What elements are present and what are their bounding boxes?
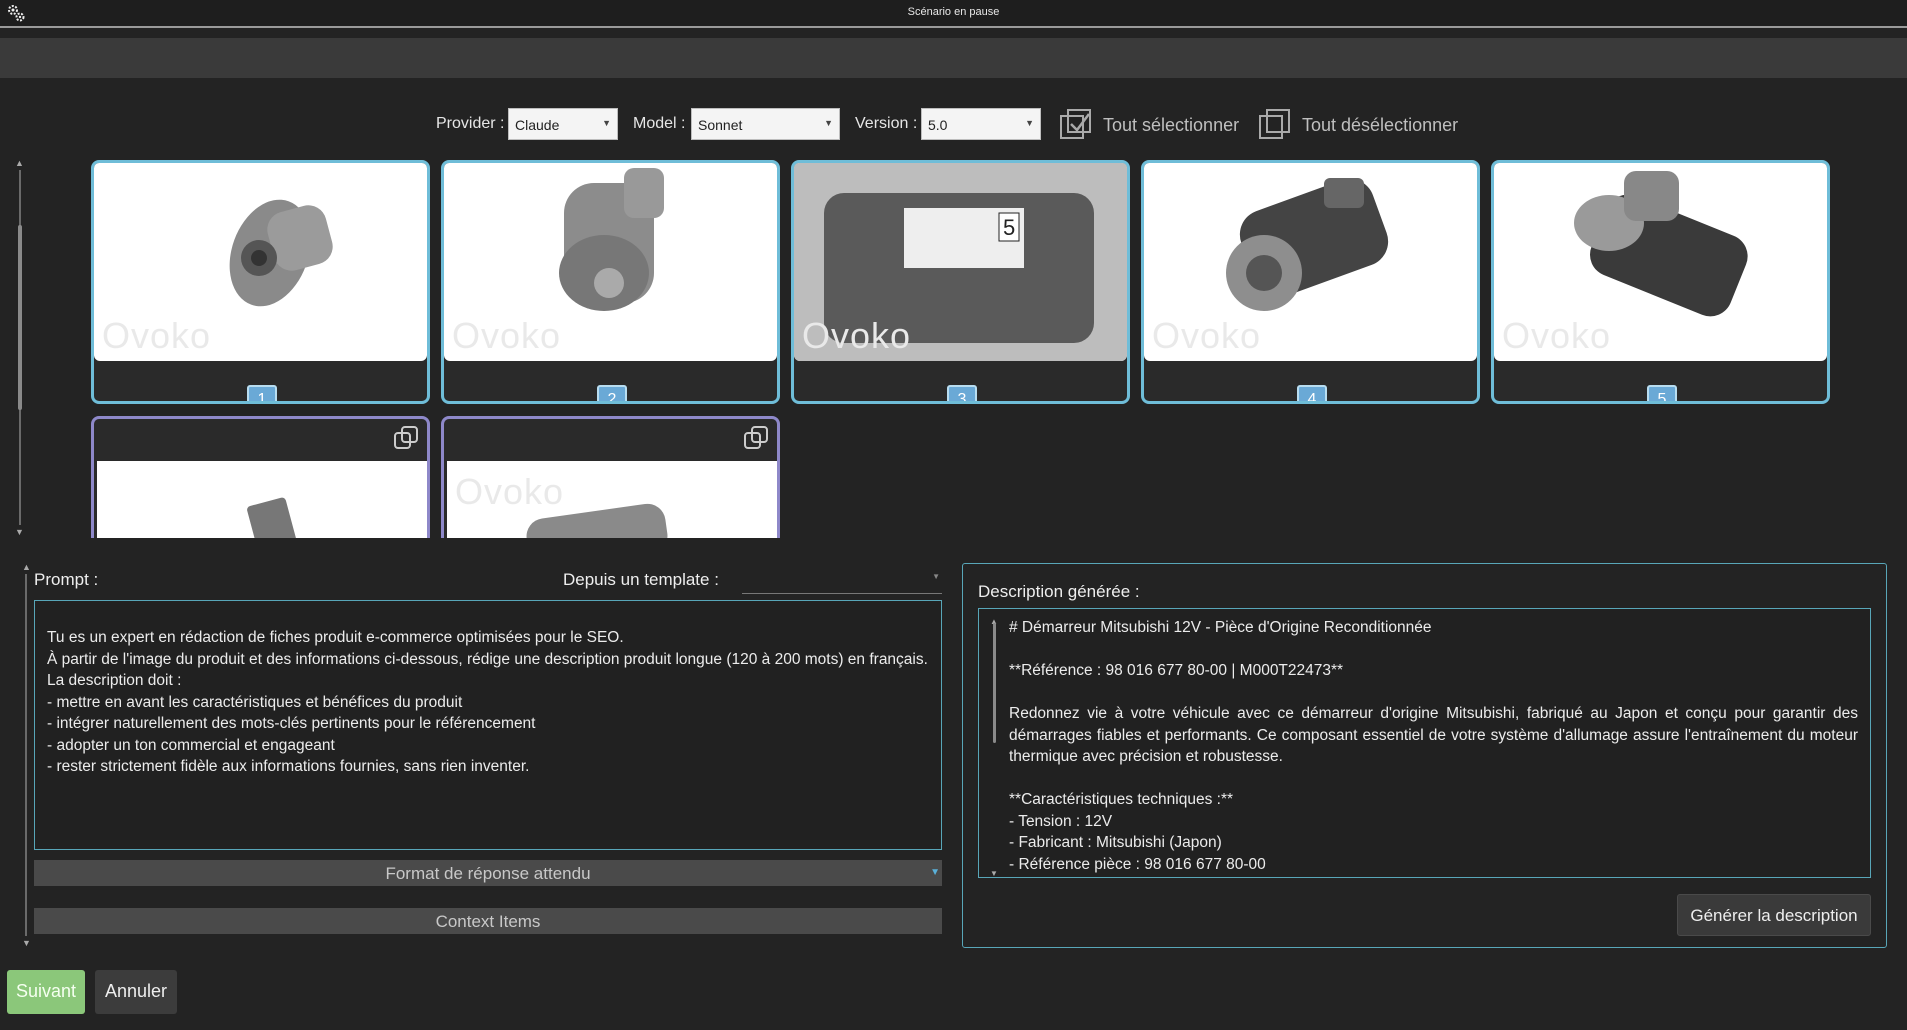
- watermark: Ovoko: [452, 315, 562, 356]
- description-line: [1009, 639, 1858, 661]
- model-label: Model :: [633, 115, 686, 132]
- description-line: **Référence : 98 016 677 80-00 | M000T22…: [1009, 662, 1344, 679]
- chevron-down-icon: ▼: [932, 572, 940, 581]
- chevron-down-icon: ▼: [930, 867, 940, 878]
- desc-scroll-thumb[interactable]: [993, 623, 996, 743]
- prompt-panel-scrollbar[interactable]: [25, 574, 27, 936]
- prompt-line: - intégrer naturellement des mots-clés p…: [47, 715, 536, 732]
- image-number-badge: 3: [947, 385, 977, 401]
- gallery-scroll-thumb[interactable]: [18, 225, 22, 410]
- scroll-up-arrow[interactable]: ▲: [15, 158, 24, 168]
- copy-icon[interactable]: [393, 425, 419, 451]
- image-card[interactable]: Ovoko 5: [1491, 160, 1830, 404]
- watermark: Ovoko: [1152, 315, 1262, 356]
- description-line: [1009, 682, 1858, 704]
- watermark: Ovoko: [102, 315, 212, 356]
- product-image: 5 Ovoko: [794, 163, 1127, 361]
- select-all-label: Tout sélectionner: [1103, 114, 1240, 135]
- description-line: - Tension : 12V: [1009, 812, 1113, 830]
- version-value: 5.0: [928, 117, 948, 133]
- check-all-icon: [1060, 109, 1091, 139]
- generate-description-button[interactable]: Générer la description: [1677, 894, 1871, 936]
- next-button[interactable]: Suivant: [7, 970, 85, 1014]
- image-number-badge: 2: [597, 385, 627, 401]
- image-number-badge: 4: [1297, 385, 1327, 401]
- image-card[interactable]: Ovoko 2: [441, 160, 780, 404]
- provider-select[interactable]: Claude ▼: [508, 108, 618, 140]
- product-image: [97, 461, 427, 538]
- desc-scroll-down-arrow[interactable]: ▼: [990, 863, 998, 877]
- model-select[interactable]: Sonnet ▼: [691, 108, 840, 140]
- panel-scroll-up-arrow[interactable]: ▲: [22, 562, 31, 572]
- description-line: # Démarreur Mitsubishi 12V - Pièce d'Ori…: [1009, 619, 1432, 636]
- model-value: Sonnet: [698, 117, 743, 133]
- image-card[interactable]: Ovoko: [441, 416, 780, 538]
- prompt-line: La description doit :: [47, 672, 182, 689]
- template-label: Depuis un template :: [563, 570, 719, 589]
- description-line: **Caractéristiques techniques :**: [1009, 791, 1234, 808]
- copy-icon[interactable]: [743, 425, 769, 451]
- scroll-down-arrow[interactable]: ▼: [15, 527, 24, 537]
- response-format-expander[interactable]: Format de réponse attendu ▼: [34, 860, 942, 886]
- image-card[interactable]: Ovoko 4: [1141, 160, 1480, 404]
- select-all-button[interactable]: Tout sélectionner: [1059, 108, 1239, 142]
- top-strip: [0, 38, 1907, 78]
- response-format-label: Format de réponse attendu: [385, 864, 591, 883]
- prompt-line: À partir de l'image du produit et des in…: [47, 650, 928, 668]
- provider-label: Provider :: [436, 115, 505, 132]
- deselect-all-label: Tout désélectionner: [1302, 114, 1459, 135]
- context-items-expander[interactable]: Context Items: [34, 908, 942, 934]
- cancel-button[interactable]: Annuler: [95, 970, 177, 1014]
- description-line: Redonnez vie à votre véhicule avec ce dé…: [1009, 705, 1858, 765]
- watermark: Ovoko: [802, 315, 912, 356]
- description-textarea[interactable]: # Démarreur Mitsubishi 12V - Pièce d'Ori…: [978, 608, 1871, 878]
- product-image: Ovoko: [94, 163, 427, 361]
- chevron-down-icon: ▼: [824, 118, 833, 128]
- context-items-label: Context Items: [435, 912, 541, 931]
- product-image: Ovoko: [1494, 163, 1827, 361]
- product-image: Ovoko: [444, 163, 777, 361]
- watermark: Ovoko: [455, 471, 565, 512]
- svg-text:5: 5: [1003, 215, 1015, 240]
- image-number-badge: 1: [247, 385, 277, 401]
- description-line: - Fabricant : Mitsubishi (Japon): [1009, 834, 1222, 851]
- uncheck-all-icon: [1259, 109, 1290, 139]
- description-line: - Référence pièce : 98 016 677 80-00: [1009, 855, 1266, 873]
- prompt-label: Prompt :: [34, 570, 99, 589]
- product-image: Ovoko: [447, 461, 777, 538]
- description-label: Description générée :: [978, 582, 1140, 601]
- prompt-line: - adopter un ton commercial et engageant: [47, 736, 335, 754]
- version-label: Version :: [855, 115, 918, 132]
- provider-value: Claude: [515, 117, 560, 133]
- product-image: Ovoko: [1144, 163, 1477, 361]
- prompt-line: - rester strictement fidèle aux informat…: [47, 758, 530, 775]
- image-number-badge: 5: [1647, 385, 1677, 401]
- image-card[interactable]: [91, 416, 430, 538]
- prompt-line: - mettre en avant les caractéristiques e…: [47, 693, 463, 711]
- version-select[interactable]: 5.0 ▼: [921, 108, 1041, 140]
- chevron-down-icon: ▼: [602, 118, 611, 128]
- watermark: Ovoko: [1502, 315, 1612, 356]
- image-card[interactable]: 5 Ovoko 3: [791, 160, 1130, 404]
- prompt-textarea[interactable]: Tu es un expert en rédaction de fiches p…: [34, 600, 942, 850]
- description-line: [1009, 768, 1858, 790]
- image-card[interactable]: Ovoko 1: [91, 160, 430, 404]
- prompt-line: Tu es un expert en rédaction de fiches p…: [47, 629, 624, 646]
- window-title: Scénario en pause: [907, 6, 1000, 18]
- deselect-all-button[interactable]: Tout désélectionner: [1258, 108, 1458, 142]
- template-select[interactable]: ▼: [742, 568, 942, 594]
- chevron-down-icon: ▼: [1025, 118, 1034, 128]
- panel-scroll-down-arrow[interactable]: ▼: [22, 938, 31, 948]
